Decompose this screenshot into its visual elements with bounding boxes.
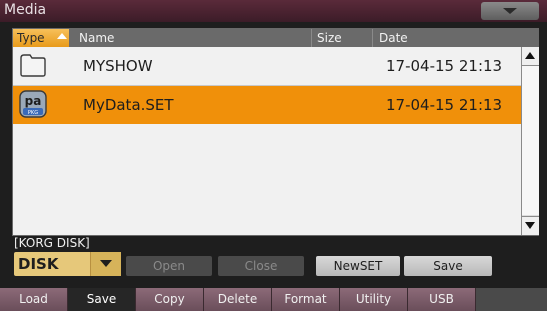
arrow-up-icon xyxy=(525,52,535,59)
file-browser: Type Name Size Date MYSHOW 17-04-15 21:1… xyxy=(12,28,539,236)
arrow-down-icon xyxy=(525,222,535,229)
column-divider xyxy=(311,29,312,47)
table-row-selected[interactable]: pa PKG MyData.SET 17-04-15 21:13 xyxy=(13,86,521,124)
chevron-down-icon xyxy=(100,260,112,267)
menu-arrow-icon xyxy=(503,8,517,14)
page-menu-button[interactable] xyxy=(481,2,539,20)
pa-set-icon: pa PKG xyxy=(19,90,47,118)
tab-utility[interactable]: Utility xyxy=(340,288,408,311)
column-type[interactable]: Type xyxy=(13,29,69,47)
file-name: MYSHOW xyxy=(83,57,153,75)
tab-save[interactable]: Save xyxy=(68,288,136,311)
vertical-scrollbar[interactable] xyxy=(521,47,539,235)
column-size[interactable]: Size xyxy=(317,31,342,45)
tab-copy[interactable]: Copy xyxy=(136,288,204,311)
column-header: Type Name Size Date xyxy=(13,29,538,47)
file-name: MyData.SET xyxy=(83,96,174,114)
close-button[interactable]: Close xyxy=(218,256,304,276)
sort-ascending-icon xyxy=(57,33,67,39)
open-button[interactable]: Open xyxy=(126,256,212,276)
column-name[interactable]: Name xyxy=(79,31,114,45)
tab-load[interactable]: Load xyxy=(0,288,68,311)
window-title: Media xyxy=(4,2,47,18)
file-date: 17-04-15 21:13 xyxy=(386,57,503,75)
scrollbar-track[interactable] xyxy=(522,66,539,215)
tab-delete[interactable]: Delete xyxy=(204,288,272,311)
tab-format[interactable]: Format xyxy=(272,288,340,311)
tab-usb[interactable]: USB xyxy=(408,288,476,311)
newset-button[interactable]: NewSET xyxy=(316,256,400,276)
current-path: [KORG DISK] xyxy=(14,236,90,250)
pa-icon-text: pa xyxy=(25,94,42,108)
device-dropdown-button[interactable] xyxy=(90,252,121,276)
scroll-down-button[interactable] xyxy=(522,216,539,235)
column-date[interactable]: Date xyxy=(379,31,408,45)
column-divider xyxy=(372,29,373,47)
pa-icon-subtext: PKG xyxy=(28,110,38,116)
title-bar: Media xyxy=(0,0,547,22)
scroll-up-button[interactable] xyxy=(522,47,539,66)
save-button[interactable]: Save xyxy=(404,256,492,276)
folder-icon xyxy=(20,54,46,77)
tab-bar: Load Save Copy Delete Format Utility USB xyxy=(0,288,547,311)
device-selector[interactable]: DISK xyxy=(14,252,121,276)
table-row[interactable]: MYSHOW 17-04-15 21:13 xyxy=(13,47,521,85)
device-selected-value: DISK xyxy=(18,255,59,273)
file-date: 17-04-15 21:13 xyxy=(386,96,503,114)
